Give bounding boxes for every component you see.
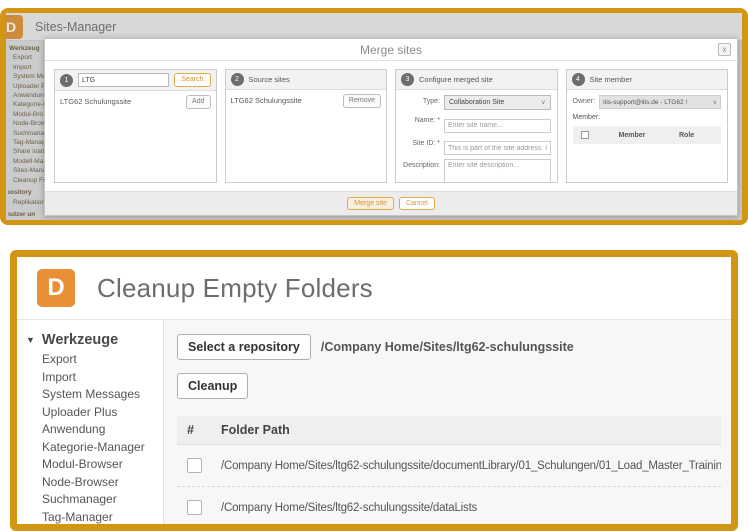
- cleanup-button-row: Cleanup: [177, 373, 721, 399]
- dialog-titlebar: Merge sites x: [45, 39, 737, 61]
- step-4-badge: 4: [572, 73, 585, 86]
- repository-path: /Company Home/Sites/ltg62-schulungssite: [321, 340, 574, 354]
- panel-configure-title: Configure merged site: [419, 75, 493, 84]
- cleanup-screenshot-frame: D Cleanup Empty Folders ▼ Werkzeuge Expo…: [10, 250, 738, 531]
- sidebar-item-system-messages[interactable]: System Messages: [17, 386, 163, 404]
- owner-label: Owner:: [573, 95, 600, 109]
- select-all-checkbox[interactable]: [581, 131, 589, 139]
- panel-source-header: 2 Source sites: [226, 70, 387, 90]
- site-search-input[interactable]: [78, 73, 169, 87]
- panel-configure-header: 3 Configure merged site: [396, 70, 557, 90]
- sites-manager-header: D Sites-Manager: [6, 13, 742, 41]
- description-label: Description:: [400, 159, 444, 183]
- folder-path-cell: /Company Home/Sites/ltg62-schulungssite/…: [221, 502, 721, 514]
- sidebar-item-kategorie-manager[interactable]: Kategorie-Manager: [17, 439, 163, 457]
- sidebar-item-tag-manager[interactable]: Tag-Manager: [17, 509, 163, 525]
- page-title: Cleanup Empty Folders: [97, 273, 373, 304]
- step-2-badge: 2: [231, 73, 244, 86]
- panel-search-header: 1 Search: [55, 70, 216, 91]
- type-select-value: Collaboration Site: [449, 99, 504, 106]
- row-checkbox[interactable]: [187, 500, 202, 515]
- dialog-title: Merge sites: [360, 43, 422, 57]
- sidebar-group-werkzeuge[interactable]: ▼ Werkzeuge: [17, 330, 163, 351]
- add-button[interactable]: Add: [186, 95, 210, 109]
- cleanup-main: Select a repository /Company Home/Sites/…: [164, 320, 731, 524]
- sidebar-item-suchmanager[interactable]: Suchmanager: [17, 491, 163, 509]
- owner-select[interactable]: itis-support@itis.de - LTG62 ! ∨: [599, 95, 721, 109]
- panel-search-sites: 1 Search LTG62 Schulungssite Add: [54, 69, 217, 183]
- close-icon[interactable]: x: [718, 43, 731, 56]
- collapse-triangle-icon: ▼: [26, 330, 35, 351]
- type-select[interactable]: Collaboration Site ∨: [444, 95, 551, 110]
- select-repository-button[interactable]: Select a repository: [177, 334, 311, 360]
- panel-source-title: Source sites: [249, 75, 290, 84]
- site-description-input[interactable]: [444, 159, 551, 183]
- sites-manager-window: D Sites-Manager Werkzeug Export Import S…: [6, 13, 742, 220]
- name-label: Name: *: [400, 114, 444, 133]
- panel-member-header: 4 Site member: [567, 70, 728, 90]
- configure-form: Type: Collaboration Site ∨ Name: *: [396, 90, 557, 183]
- sidebar-item-import[interactable]: Import: [17, 369, 163, 387]
- source-site-label: LTG62 Schulungssite: [231, 96, 302, 105]
- folders-table: # Folder Path /Company Home/Sites/ltg62-…: [177, 416, 721, 524]
- sidebar-item-anwendung[interactable]: Anwendung: [17, 421, 163, 439]
- search-result-row: LTG62 Schulungssite Add: [55, 91, 216, 113]
- cancel-button[interactable]: Cancel: [399, 197, 435, 211]
- type-label: Type:: [400, 95, 444, 110]
- role-column-header: Role: [679, 132, 721, 139]
- app-logo: D: [37, 269, 75, 307]
- sidebar-item-export[interactable]: Export: [17, 351, 163, 369]
- dialog-body: 1 Search LTG62 Schulungssite Add 2 Sourc…: [45, 62, 737, 190]
- sidebar-item-node-browser[interactable]: Node-Browser: [17, 474, 163, 492]
- folder-path-cell: /Company Home/Sites/ltg62-schulungssite/…: [221, 460, 721, 472]
- site-id-label: Site ID: *: [400, 137, 444, 156]
- sidebar-group-label: Werkzeuge: [42, 330, 118, 351]
- dialog-footer: Merge site Cancel: [45, 191, 737, 215]
- panel-member-title: Site member: [590, 75, 633, 84]
- window-title: Sites-Manager: [35, 20, 116, 34]
- sites-manager-screenshot-frame: D Sites-Manager Werkzeug Export Import S…: [0, 8, 748, 225]
- app-logo: D: [6, 15, 23, 39]
- step-3-badge: 3: [401, 73, 414, 86]
- merge-site-button[interactable]: Merge site: [347, 197, 394, 211]
- row-checkbox[interactable]: [187, 458, 202, 473]
- repository-row: Select a repository /Company Home/Sites/…: [177, 334, 721, 360]
- table-row: /Company Home/Sites/ltg62-schulungssite/…: [177, 487, 721, 524]
- table-row: /Company Home/Sites/ltg62-schulungssite/…: [177, 445, 721, 487]
- search-result-label: LTG62 Schulungssite: [60, 97, 131, 106]
- chevron-down-icon: ∨: [541, 99, 545, 106]
- sidebar-item-uploader-plus[interactable]: Uploader Plus: [17, 404, 163, 422]
- member-column-header: Member: [597, 132, 680, 139]
- cleanup-body: ▼ Werkzeuge Export Import System Message…: [17, 320, 731, 524]
- member-form: Owner: itis-support@itis.de - LTG62 ! ∨ …: [567, 90, 728, 149]
- panel-configure-merged-site: 3 Configure merged site Type: Collaborat…: [395, 69, 558, 183]
- folders-table-header: # Folder Path: [177, 416, 721, 445]
- cleanup-window: D Cleanup Empty Folders ▼ Werkzeuge Expo…: [17, 257, 731, 524]
- owner-select-value: itis-support@itis.de - LTG62 !: [603, 99, 687, 106]
- site-id-input[interactable]: [444, 141, 551, 155]
- search-button[interactable]: Search: [174, 73, 210, 87]
- sidebar: ▼ Werkzeuge Export Import System Message…: [17, 320, 164, 524]
- panel-site-member: 4 Site member Owner: itis-support@itis.d…: [566, 69, 729, 183]
- remove-button[interactable]: Remove: [343, 94, 381, 108]
- panel-source-sites: 2 Source sites LTG62 Schulungssite Remov…: [225, 69, 388, 183]
- source-site-row: LTG62 Schulungssite Remove: [226, 90, 387, 112]
- chevron-down-icon: ∨: [713, 99, 717, 106]
- number-column-header: #: [177, 423, 221, 437]
- site-name-input[interactable]: [444, 119, 551, 133]
- folder-path-column-header: Folder Path: [221, 423, 721, 437]
- sidebar-item-modul-browser[interactable]: Modul-Browser: [17, 456, 163, 474]
- step-1-badge: 1: [60, 74, 73, 87]
- member-table-header: Member Role: [573, 126, 722, 144]
- cleanup-button[interactable]: Cleanup: [177, 373, 248, 399]
- cleanup-header: D Cleanup Empty Folders: [17, 257, 731, 320]
- merge-sites-dialog: Merge sites x 1 Search LTG62 Schulungssi…: [44, 38, 738, 216]
- member-label: Member:: [573, 114, 722, 121]
